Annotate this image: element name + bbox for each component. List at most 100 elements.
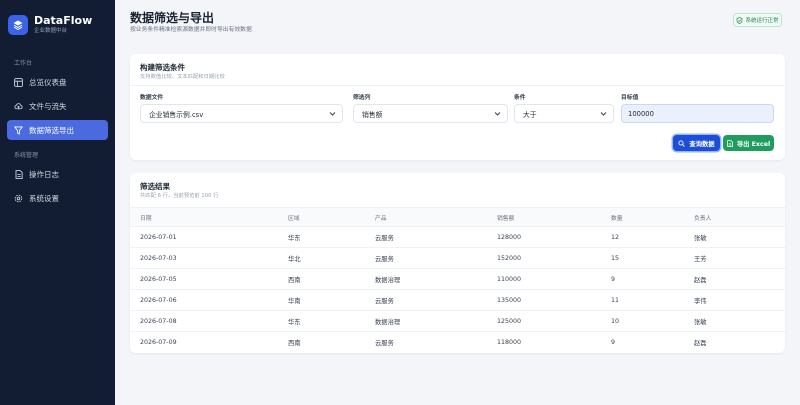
file-select[interactable]: 企业销售示例.csv bbox=[140, 104, 343, 123]
dashboard-icon bbox=[14, 77, 23, 87]
table-header: 日期 区域 产品 销售额 数量 负责人 bbox=[130, 207, 785, 227]
table-cell: 12 bbox=[611, 233, 620, 241]
table-cell: 2026-07-03 bbox=[140, 254, 177, 262]
column-select[interactable]: 销售额 bbox=[353, 104, 508, 123]
table-cell: 数据治理 bbox=[375, 318, 401, 326]
sidebar-item-label: 数据筛选导出 bbox=[29, 125, 74, 135]
table-cell: 华南 bbox=[288, 297, 301, 305]
sidebar-item-dashboard[interactable]: 总览仪表盘 bbox=[7, 72, 108, 92]
column-header: 产品 bbox=[375, 215, 387, 222]
layers-icon bbox=[8, 15, 28, 35]
table-cell: 118000 bbox=[497, 339, 522, 346]
table-cell: 110000 bbox=[497, 275, 522, 283]
file-select-value: 企业销售示例.csv bbox=[149, 110, 204, 119]
table-cell: 赵磊 bbox=[694, 276, 707, 284]
table-cell: 2026-07-05 bbox=[140, 275, 177, 283]
table-cell: 张敏 bbox=[694, 318, 707, 326]
column-header: 数量 bbox=[611, 215, 623, 222]
column-select-value: 销售额 bbox=[362, 110, 383, 119]
condition-field-group: 条件 大于 bbox=[514, 92, 614, 123]
table-row: 2026-07-09 西南 云服务 118000 9 赵磊 bbox=[130, 332, 785, 353]
filter-card: 构建筛选条件 支持数值比较、文本匹配和日期比较 数据文件 企业销售示例.csv … bbox=[130, 54, 785, 160]
target-label: 目标值 bbox=[621, 95, 639, 101]
shield-check-icon bbox=[737, 16, 743, 24]
chevron-down-icon bbox=[329, 112, 336, 116]
results-card-subtitle: 共匹配 6 行，当前预览前 100 行 bbox=[140, 193, 219, 199]
table-cell: 125000 bbox=[497, 317, 522, 325]
brand-subtitle: 企业数据中台 bbox=[34, 28, 68, 34]
condition-label: 条件 bbox=[514, 95, 526, 101]
table-cell: 华北 bbox=[288, 255, 301, 263]
sidebar-item-files[interactable]: 文件与流失 bbox=[7, 96, 108, 116]
table-cell: 2026-07-08 bbox=[140, 317, 177, 325]
table-row: 2026-07-05 西南 数据治理 110000 9 赵磊 bbox=[130, 269, 785, 290]
search-icon bbox=[678, 139, 686, 147]
query-button[interactable]: 查询数据 bbox=[673, 135, 720, 151]
filter-icon bbox=[14, 125, 23, 135]
table-cell: 西南 bbox=[288, 276, 301, 284]
status-text: 系统运行正常 bbox=[745, 18, 779, 24]
sidebar-item-settings[interactable]: 系统设置 bbox=[7, 188, 108, 208]
table-cell: 华东 bbox=[288, 318, 301, 326]
sidebar-item-label: 操作日志 bbox=[29, 169, 59, 179]
sidebar-item-label: 总览仪表盘 bbox=[29, 77, 67, 87]
gear-icon bbox=[14, 194, 23, 203]
table-cell: 2026-07-09 bbox=[140, 339, 177, 346]
table-cell: 云服务 bbox=[375, 255, 394, 263]
sidebar-item-logs[interactable]: 操作日志 bbox=[7, 164, 108, 184]
column-header: 日期 bbox=[140, 215, 152, 222]
table-row: 2026-07-08 华东 数据治理 125000 10 张敏 bbox=[130, 311, 785, 332]
target-value-input[interactable]: 100000 bbox=[621, 104, 774, 123]
sidebar-item-label: 文件与流失 bbox=[29, 101, 67, 111]
document-icon bbox=[14, 169, 23, 179]
main-content: 数据筛选与导出 按业务条件精准检索源数据并即时导出有效数据 系统运行正常 构建筛… bbox=[115, 0, 800, 405]
table-cell: 2026-07-01 bbox=[140, 233, 177, 241]
column-header: 区域 bbox=[288, 215, 300, 222]
table-cell: 11 bbox=[611, 296, 620, 304]
status-badge: 系统运行正常 bbox=[733, 13, 782, 27]
brand-name: DataFlow bbox=[34, 14, 93, 27]
column-field-group: 筛选列 销售额 bbox=[353, 92, 508, 123]
brand: DataFlow 企业数据中台 bbox=[0, 0, 115, 40]
table-cell: 李伟 bbox=[694, 297, 707, 305]
sidebar: DataFlow 企业数据中台 工作台 总览仪表盘 文件与流失 数据筛选导出 系… bbox=[0, 0, 115, 405]
file-icon bbox=[727, 139, 733, 147]
divider bbox=[130, 85, 785, 86]
target-value-text: 100000 bbox=[628, 109, 654, 118]
table-cell: 数据治理 bbox=[375, 276, 401, 284]
table-cell: 西南 bbox=[288, 340, 301, 347]
page-subtitle: 按业务条件精准检索源数据并即时导出有效数据 bbox=[130, 27, 252, 33]
chevron-down-icon bbox=[494, 112, 501, 116]
column-label: 筛选列 bbox=[353, 95, 371, 101]
nav-section-workspace: 工作台 bbox=[14, 60, 33, 67]
export-button-label: 导出 Excel bbox=[736, 140, 771, 148]
target-field-group: 目标值 100000 bbox=[621, 92, 774, 123]
filter-card-subtitle: 支持数值比较、文本匹配和日期比较 bbox=[140, 74, 225, 80]
chevron-down-icon bbox=[600, 112, 607, 116]
sidebar-item-filter-export[interactable]: 数据筛选导出 bbox=[7, 120, 108, 140]
table-cell: 9 bbox=[611, 275, 616, 283]
file-field-group: 数据文件 企业销售示例.csv bbox=[140, 92, 343, 123]
table-cell: 15 bbox=[611, 254, 620, 262]
results-card: 筛选结果 共匹配 6 行，当前预览前 100 行 日期 区域 产品 销售额 数量… bbox=[130, 173, 785, 353]
table-cell: 2026-07-06 bbox=[140, 296, 177, 304]
table-row: 2026-07-01 华东 云服务 128000 12 张敏 bbox=[130, 227, 785, 248]
table-cell: 赵磊 bbox=[694, 340, 707, 347]
sidebar-item-label: 系统设置 bbox=[29, 193, 59, 203]
table-cell: 云服务 bbox=[375, 234, 394, 242]
table-row: 2026-07-06 华南 云服务 135000 11 李伟 bbox=[130, 290, 785, 311]
condition-select-value: 大于 bbox=[523, 110, 537, 119]
table-row: 2026-07-03 华北 云服务 152000 15 王芳 bbox=[130, 248, 785, 269]
table-cell: 9 bbox=[611, 339, 616, 346]
condition-select[interactable]: 大于 bbox=[514, 104, 614, 123]
table-cell: 张敏 bbox=[694, 234, 707, 242]
nav-section-system: 系统管理 bbox=[14, 152, 39, 159]
file-label: 数据文件 bbox=[140, 95, 164, 101]
table-cell: 10 bbox=[611, 317, 620, 325]
cloud-upload-icon bbox=[14, 102, 23, 111]
query-button-label: 查询数据 bbox=[689, 140, 715, 148]
table-cell: 云服务 bbox=[375, 297, 394, 305]
export-excel-button[interactable]: 导出 Excel bbox=[723, 135, 774, 151]
column-header: 负责人 bbox=[694, 215, 712, 222]
column-header: 销售额 bbox=[497, 215, 515, 222]
